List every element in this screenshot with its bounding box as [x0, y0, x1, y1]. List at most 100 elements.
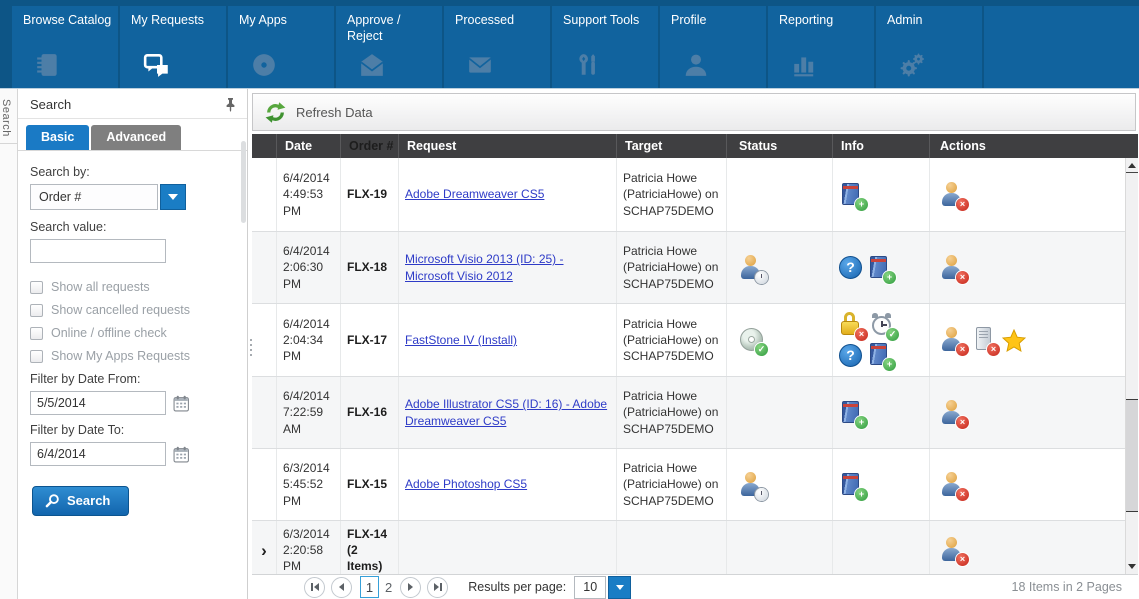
- request-link[interactable]: Adobe Photoshop CS5: [405, 476, 527, 492]
- nav-label: Processed: [455, 12, 544, 46]
- request-date: 6/4/2014 7:22:59 AM: [277, 377, 341, 448]
- add-info-icon[interactable]: +: [839, 472, 865, 498]
- nav-label: Profile: [671, 12, 760, 46]
- checkbox-label: Show My Apps Requests: [51, 349, 190, 363]
- nav-item-my-apps[interactable]: My Apps: [228, 6, 334, 88]
- results-per-page-value[interactable]: 10: [574, 576, 606, 599]
- tab-advanced[interactable]: Advanced: [91, 125, 181, 150]
- request-link[interactable]: Microsoft Visio 2013 (ID: 25) - Microsof…: [405, 251, 610, 283]
- date-from-input[interactable]: [30, 391, 166, 415]
- nav-item-approve-reject[interactable]: Approve / Reject: [336, 6, 442, 88]
- refresh-data-button[interactable]: Refresh Data: [296, 105, 373, 120]
- grid-toolbar: Refresh Data: [252, 93, 1136, 131]
- gears-icon: [899, 52, 976, 78]
- checkbox-icon[interactable]: [30, 281, 43, 294]
- sidebar-scrollbar-thumb[interactable]: [241, 141, 246, 223]
- scroll-down-icon[interactable]: [1126, 559, 1138, 574]
- checkbox-online-offline-check[interactable]: Online / offline check: [30, 326, 237, 340]
- nav-item-admin[interactable]: Admin: [876, 6, 982, 88]
- bar-chart-icon: [791, 52, 868, 78]
- header-status[interactable]: Status: [727, 134, 833, 158]
- remove-computer-icon[interactable]: ×: [971, 327, 997, 353]
- search-by-dropdown[interactable]: Order #: [30, 184, 237, 210]
- last-page-button[interactable]: [427, 577, 448, 598]
- question-help-icon[interactable]: ?: [839, 256, 862, 279]
- checkbox-label: Show cancelled requests: [51, 303, 190, 317]
- checkbox-show-my-apps-requests[interactable]: Show My Apps Requests: [30, 349, 237, 363]
- header-date[interactable]: Date: [277, 134, 341, 158]
- nav-label: Support Tools: [563, 12, 652, 46]
- results-per-page-dropdown[interactable]: 10: [574, 576, 631, 599]
- header-order[interactable]: Order #: [341, 134, 399, 158]
- date-to-input[interactable]: [30, 442, 166, 466]
- page-1-current[interactable]: 1: [360, 576, 379, 598]
- previous-page-button[interactable]: [331, 577, 352, 598]
- add-info-icon[interactable]: +: [867, 342, 893, 368]
- nav-item-profile[interactable]: Profile: [660, 6, 766, 88]
- table-row[interactable]: 6/4/2014 7:22:59 AM FLX-16 Adobe Illustr…: [252, 377, 1125, 449]
- add-info-icon[interactable]: +: [839, 182, 865, 208]
- header-info[interactable]: Info: [833, 134, 930, 158]
- request-link[interactable]: FastStone IV (Install): [405, 332, 517, 348]
- cancel-user-icon[interactable]: ×: [940, 472, 966, 498]
- license-lock-icon[interactable]: ×: [839, 312, 865, 338]
- search-button[interactable]: Search: [32, 486, 129, 516]
- pin-icon[interactable]: [224, 97, 237, 112]
- search-value-input[interactable]: [30, 239, 166, 263]
- grid-rows: 6/4/2014 4:49:53 PM FLX-19 Adobe Dreamwe…: [252, 158, 1125, 574]
- table-row[interactable]: › 6/3/2014 2:20:58 PM FLX-14 (2 Items) ×: [252, 521, 1125, 574]
- page-2-link[interactable]: 2: [385, 580, 392, 595]
- scroll-up-icon[interactable]: [1126, 158, 1138, 173]
- nav-item-browse-catalog[interactable]: Browse Catalog: [12, 6, 118, 88]
- user-pending-icon: [739, 255, 765, 281]
- cancel-user-icon[interactable]: ×: [940, 400, 966, 426]
- dock-strip: Search: [0, 89, 18, 599]
- search-by-value[interactable]: Order #: [30, 184, 158, 210]
- add-info-icon[interactable]: +: [867, 255, 893, 281]
- header-target[interactable]: Target: [617, 134, 727, 158]
- cancel-user-icon[interactable]: ×: [940, 255, 966, 281]
- header-actions[interactable]: Actions: [930, 134, 1138, 158]
- calendar-icon[interactable]: [173, 395, 190, 412]
- nav-item-support-tools[interactable]: Support Tools: [552, 6, 658, 88]
- nav-item-reporting[interactable]: Reporting: [768, 6, 874, 88]
- tab-basic[interactable]: Basic: [26, 125, 89, 150]
- search-by-dropdown-button[interactable]: [160, 184, 186, 210]
- schedule-ok-icon[interactable]: ✓: [870, 312, 896, 338]
- refresh-icon[interactable]: [263, 100, 288, 125]
- header-request[interactable]: Request: [399, 134, 617, 158]
- checkbox-show-all-requests[interactable]: Show all requests: [30, 280, 237, 294]
- order-number: FLX-14 (2 Items): [341, 521, 399, 574]
- request-link[interactable]: Adobe Illustrator CS5 (ID: 16) - Adobe D…: [405, 396, 610, 428]
- checkbox-icon[interactable]: [30, 304, 43, 317]
- next-page-button[interactable]: [400, 577, 421, 598]
- question-help-icon[interactable]: ?: [839, 344, 862, 367]
- results-per-page-dropdown-button[interactable]: [608, 576, 631, 599]
- calendar-icon[interactable]: [173, 446, 190, 463]
- checkbox-show-cancelled-requests[interactable]: Show cancelled requests: [30, 303, 237, 317]
- first-page-button[interactable]: [304, 577, 325, 598]
- add-info-icon[interactable]: +: [839, 400, 865, 426]
- results-per-page-label: Results per page:: [468, 580, 566, 594]
- expand-row-icon[interactable]: ›: [261, 542, 267, 559]
- favorite-star-icon[interactable]: [1002, 327, 1028, 353]
- search-by-label: Search by:: [30, 165, 237, 179]
- cancel-user-icon[interactable]: ×: [940, 537, 966, 563]
- table-row[interactable]: 6/4/2014 4:49:53 PM FLX-19 Adobe Dreamwe…: [252, 158, 1125, 232]
- table-row[interactable]: 6/4/2014 2:06:30 PM FLX-18 Microsoft Vis…: [252, 232, 1125, 304]
- table-row[interactable]: 6/4/2014 2:04:34 PM FLX-17 FastStone IV …: [252, 304, 1125, 377]
- checkbox-icon[interactable]: [30, 350, 43, 363]
- nav-item-my-requests[interactable]: My Requests: [120, 6, 226, 88]
- splitter-handle[interactable]: [250, 339, 252, 356]
- nav-item-processed[interactable]: Processed: [444, 6, 550, 88]
- table-row[interactable]: 6/3/2014 5:45:52 PM FLX-15 Adobe Photosh…: [252, 449, 1125, 521]
- app-window: Browse Catalog My Requests My Apps Appro…: [0, 0, 1139, 599]
- cancel-user-icon[interactable]: ×: [940, 327, 966, 353]
- magnifier-icon: [45, 493, 60, 508]
- cancel-user-icon[interactable]: ×: [940, 182, 966, 208]
- request-link[interactable]: Adobe Dreamweaver CS5: [405, 186, 544, 202]
- checkbox-icon[interactable]: [30, 327, 43, 340]
- scrollbar-thumb[interactable]: [1126, 399, 1138, 511]
- docked-search-tab[interactable]: Search: [0, 93, 18, 144]
- grid-vertical-scrollbar[interactable]: [1125, 158, 1138, 574]
